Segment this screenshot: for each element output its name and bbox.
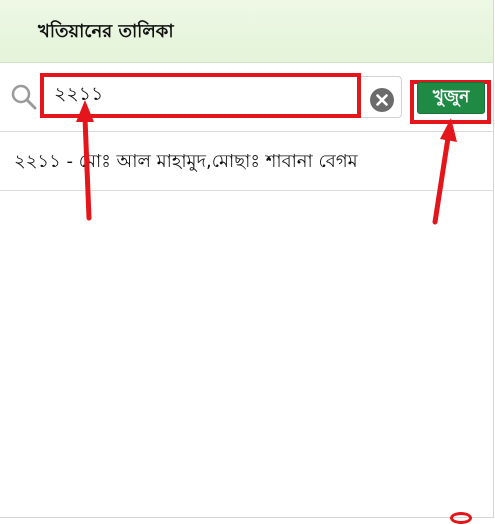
search-input[interactable] <box>40 73 361 118</box>
panel-title: খতিয়ানের তালিকা <box>38 21 174 42</box>
annotation-corner-mark <box>450 512 472 524</box>
clear-icon[interactable] <box>369 87 395 113</box>
result-list-item[interactable]: ২২১১ - মোঃ আল মাহামুদ,মোছাঃ শাবানা বেগম <box>0 132 493 191</box>
search-bar: খুজুন <box>0 63 493 132</box>
khatian-list-panel: খতিয়ানের তালিকা খুজুন ২২১১ - মোঃ আল মাহ… <box>0 0 494 518</box>
find-button[interactable]: খুজুন <box>417 82 485 114</box>
result-item-label: ২২১১ - মোঃ আল মাহামুদ,মোছাঃ শাবানা বেগম <box>14 151 358 172</box>
panel-header: খতিয়ানের তালিকা <box>0 0 493 63</box>
search-icon <box>9 83 39 113</box>
